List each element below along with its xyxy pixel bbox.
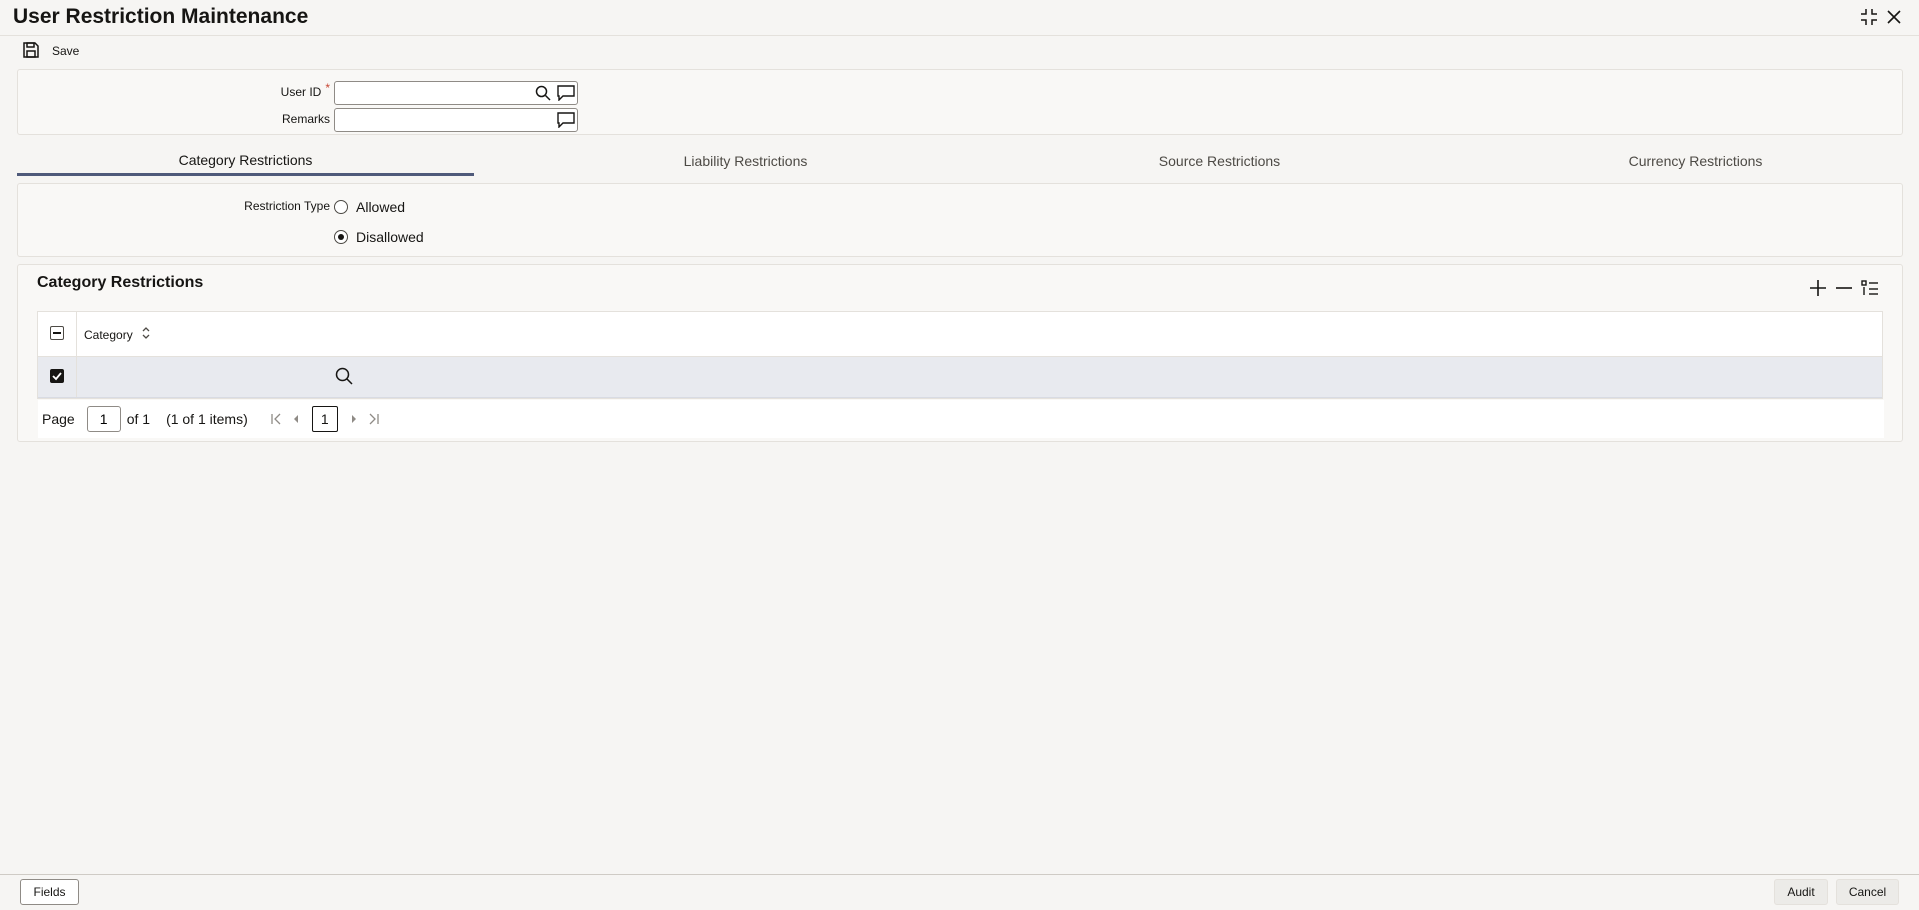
row-checkbox[interactable]: [50, 369, 64, 383]
grid-title: Category Restrictions: [37, 274, 204, 291]
column-header-category-label: Category: [84, 327, 133, 342]
save-button[interactable]: Save: [22, 40, 79, 62]
radio-allowed[interactable]: Allowed: [334, 199, 405, 215]
tab-liability-restrictions[interactable]: Liability Restrictions: [517, 146, 974, 176]
page-of-label: of 1: [126, 411, 151, 427]
restriction-type-label: Restriction Type: [244, 199, 330, 213]
title-bar: User Restriction Maintenance: [0, 0, 1919, 36]
column-list-icon[interactable]: [1858, 276, 1882, 300]
tab-category-restrictions[interactable]: Category Restrictions: [17, 146, 474, 176]
pagination: Page of 1 (1 of 1 items) 1: [38, 400, 1884, 438]
add-row-icon[interactable]: [1806, 276, 1830, 300]
column-separator: [76, 357, 77, 397]
category-table: Category Page of 1 (1 of 1 items) 1: [37, 311, 1884, 438]
footer-bar: Fields Audit Cancel: [0, 874, 1919, 910]
comment-icon[interactable]: [556, 83, 576, 103]
column-header-category[interactable]: Category: [84, 327, 151, 342]
comment-icon[interactable]: [556, 110, 576, 130]
fields-button[interactable]: Fields: [20, 879, 79, 905]
floppy-disk-icon: [22, 41, 40, 62]
delete-row-icon[interactable]: [1832, 276, 1856, 300]
close-icon[interactable]: [1882, 5, 1906, 29]
select-all-checkbox[interactable]: [50, 326, 64, 340]
radio-disallowed-circle[interactable]: [334, 230, 348, 244]
items-count-label: (1 of 1 items): [166, 411, 248, 427]
header-form-panel: User ID * Remarks: [17, 69, 1903, 135]
search-icon[interactable]: [335, 367, 353, 388]
required-mark: *: [325, 81, 330, 95]
page-label: Page: [42, 411, 75, 427]
page-title: User Restriction Maintenance: [13, 5, 309, 28]
remarks-input[interactable]: [334, 108, 578, 132]
last-page-icon[interactable]: [364, 409, 384, 429]
remarks-label: Remarks: [281, 112, 330, 126]
restriction-type-panel: Restriction Type Allowed Disallowed: [17, 183, 1903, 257]
audit-button[interactable]: Audit: [1774, 879, 1828, 905]
cancel-button[interactable]: Cancel: [1836, 879, 1899, 905]
previous-page-icon[interactable]: [286, 409, 306, 429]
first-page-icon[interactable]: [266, 409, 286, 429]
column-separator: [76, 312, 77, 356]
table-header: Category: [38, 312, 1882, 357]
radio-disallowed[interactable]: Disallowed: [334, 229, 424, 245]
current-page-button[interactable]: 1: [311, 406, 338, 432]
search-icon[interactable]: [533, 83, 553, 103]
table-row[interactable]: [38, 357, 1882, 398]
page-number-input[interactable]: [86, 406, 121, 432]
radio-allowed-label: Allowed: [356, 199, 406, 215]
tab-currency-restrictions[interactable]: Currency Restrictions: [1467, 146, 1919, 176]
sort-icon[interactable]: [141, 327, 151, 342]
tab-strip: Category Restrictions Liability Restrict…: [17, 146, 1903, 176]
radio-disallowed-label: Disallowed: [356, 229, 424, 245]
collapse-arrows-icon[interactable]: [1857, 5, 1881, 29]
save-label: Save: [52, 44, 80, 58]
tab-source-restrictions[interactable]: Source Restrictions: [991, 146, 1448, 176]
next-page-icon[interactable]: [344, 409, 364, 429]
user-id-label: User ID *: [280, 81, 330, 99]
radio-allowed-circle[interactable]: [334, 200, 348, 214]
